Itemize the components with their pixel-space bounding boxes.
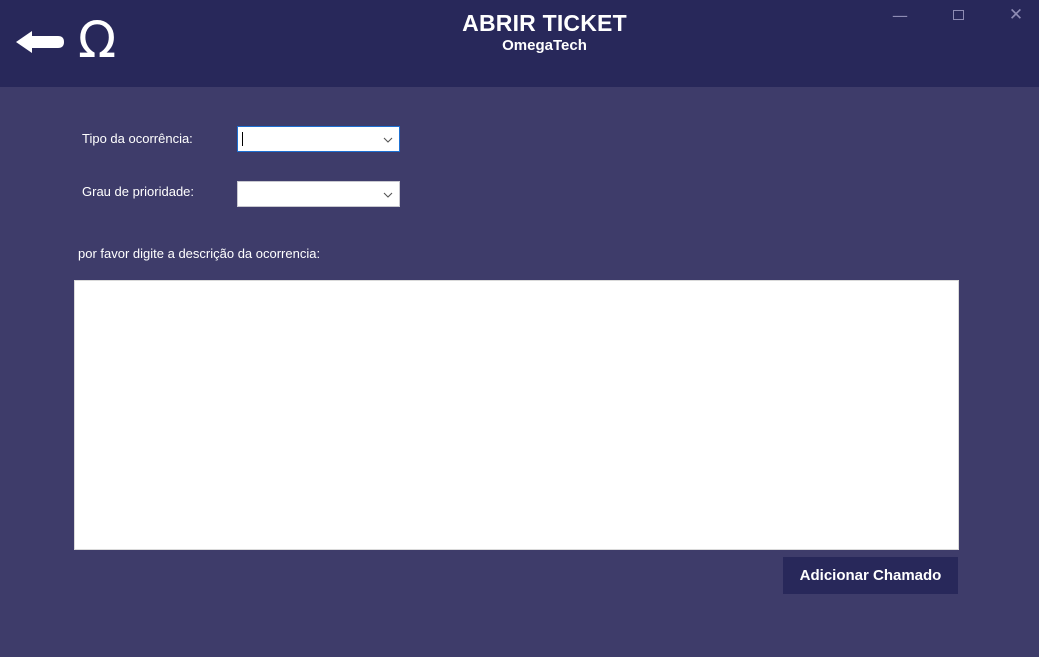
header-bar: Ω ABRIR TICKET OmegaTech — ✕ [0,0,1039,87]
close-button[interactable]: ✕ [996,0,1036,30]
prioridade-label: Grau de prioridade: [82,184,195,199]
tipo-ocorrencia-select[interactable] [237,126,400,152]
maximize-button[interactable] [938,0,978,30]
tipo-ocorrencia-label: Tipo da ocorrência: [82,131,193,146]
maximize-icon [952,10,964,20]
company-name: OmegaTech [502,37,587,54]
text-cursor [242,132,243,146]
minimize-button[interactable]: — [880,0,920,30]
descricao-textarea[interactable] [74,280,959,550]
descricao-label: por favor digite a descrição da ocorrenc… [78,246,321,261]
chevron-down-icon [383,192,393,198]
adicionar-chamado-button[interactable]: Adicionar Chamado [783,557,958,594]
chevron-down-icon [383,137,393,143]
minimize-icon: — [892,5,908,25]
close-icon: ✕ [1008,5,1024,25]
prioridade-select[interactable] [237,181,400,207]
